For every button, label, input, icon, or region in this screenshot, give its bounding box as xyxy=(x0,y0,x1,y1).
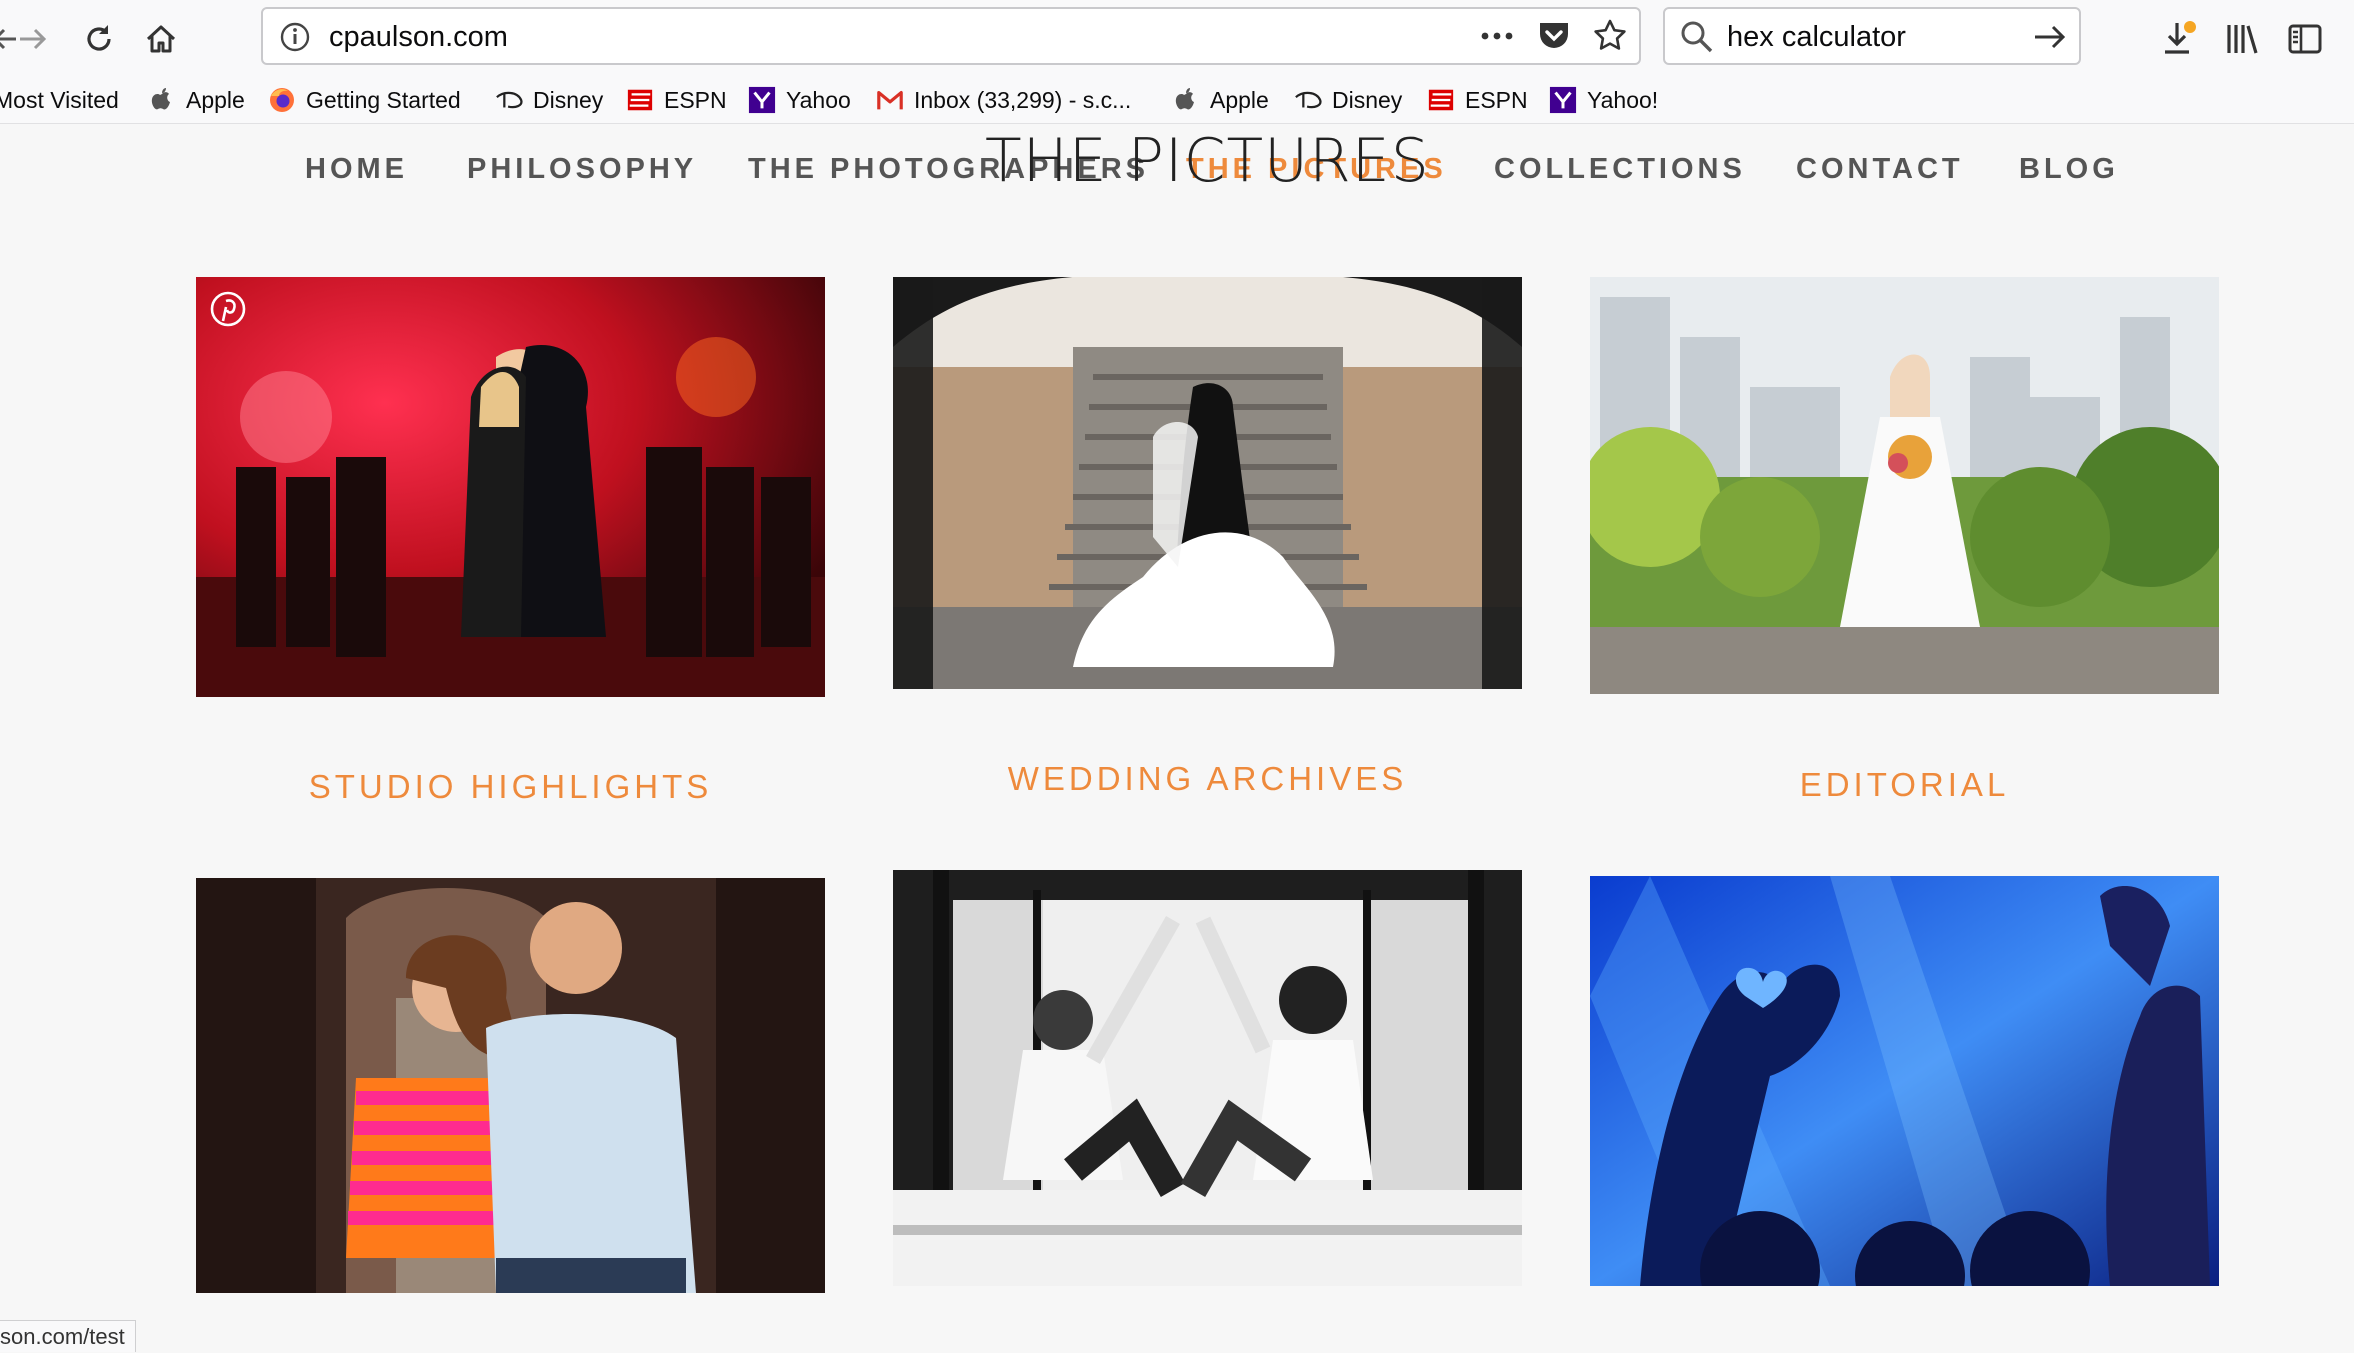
search-input[interactable]: hex calculator xyxy=(1727,21,1906,54)
downloads-button[interactable] xyxy=(2153,12,2207,66)
bookmark-disney[interactable]: Disney xyxy=(495,82,603,118)
home-icon xyxy=(146,25,176,53)
home-button[interactable] xyxy=(134,12,188,66)
yahoo-icon xyxy=(748,86,776,114)
nav-home[interactable]: HOME xyxy=(305,153,408,186)
nav-collections[interactable]: COLLECTIONS xyxy=(1494,153,1746,186)
bookmark-star-icon[interactable] xyxy=(1591,17,1629,60)
gallery-caption-wedding-archives[interactable]: WEDDING ARCHIVES xyxy=(893,760,1522,798)
bookmark-apple[interactable]: Apple xyxy=(148,82,245,118)
bookmark-label: Getting Started xyxy=(306,86,461,113)
nav-philosophy[interactable]: PHILOSOPHY xyxy=(467,153,697,186)
gallery-editorial-image[interactable] xyxy=(1590,277,2219,694)
pinterest-icon[interactable] xyxy=(208,289,248,329)
sidebar-icon xyxy=(2288,24,2322,54)
forward-arrow-icon xyxy=(20,28,47,50)
bookmark-label: Apple xyxy=(186,86,245,113)
sidebar-toggle-button[interactable] xyxy=(2278,12,2332,66)
reload-button[interactable] xyxy=(72,12,126,66)
nav-contact[interactable]: CONTACT xyxy=(1796,153,1964,186)
espn-icon xyxy=(626,86,654,114)
espn-icon xyxy=(1427,86,1455,114)
bookmark-label: Disney xyxy=(1332,86,1403,113)
disney-icon xyxy=(495,86,523,114)
gallery-couple-image[interactable] xyxy=(196,878,825,1293)
bookmark-inbox[interactable]: Inbox (33,299) - s.c... xyxy=(876,82,1131,118)
download-icon xyxy=(2165,21,2196,54)
bookmark-label: Most Visited xyxy=(0,86,119,113)
bookmark-label: Apple xyxy=(1210,86,1269,113)
bookmark-label: Yahoo xyxy=(786,86,851,113)
gmail-icon xyxy=(876,86,904,114)
page-actions-icon[interactable] xyxy=(1477,17,1517,60)
browser-toolbar: cpaulson.com hex calculator xyxy=(0,0,2354,78)
reload-icon xyxy=(87,25,111,51)
search-go-icon[interactable] xyxy=(2031,18,2069,61)
disney-icon xyxy=(1294,86,1322,114)
bookmark-espn-2[interactable]: ESPN xyxy=(1427,82,1528,118)
info-icon[interactable] xyxy=(279,21,311,58)
search-bar[interactable]: hex calculator xyxy=(1663,7,2081,65)
site-logo[interactable]: THE PICTURES xyxy=(985,126,1430,196)
forward-button[interactable] xyxy=(6,12,60,66)
gallery-caption-editorial[interactable]: EDITORIAL xyxy=(1590,766,2219,804)
gallery-wedding-archives-image[interactable] xyxy=(893,277,1522,689)
bookmark-disney-2[interactable]: Disney xyxy=(1294,82,1402,118)
search-icon xyxy=(1679,19,1715,60)
bookmarks-bar: Most Visited Apple Getting Started Disne… xyxy=(0,78,2354,124)
bookmark-yahoo-2[interactable]: Yahoo! xyxy=(1549,82,1658,118)
gallery-children-image[interactable] xyxy=(893,870,1522,1286)
bookmark-label: Inbox (33,299) - s.c... xyxy=(914,86,1132,113)
apple-icon xyxy=(1172,86,1200,114)
bookmark-most-visited[interactable]: Most Visited xyxy=(0,82,119,118)
bookmark-label: Yahoo! xyxy=(1587,86,1659,113)
pocket-icon[interactable] xyxy=(1535,17,1573,60)
bookmark-yahoo[interactable]: Yahoo xyxy=(748,82,851,118)
status-bar: son.com/test xyxy=(0,1320,136,1352)
bookmark-espn[interactable]: ESPN xyxy=(626,82,727,118)
gallery-studio-highlights-image[interactable] xyxy=(196,277,825,697)
apple-icon xyxy=(148,86,176,114)
bookmark-label: ESPN xyxy=(1465,86,1528,113)
bookmark-getting-started[interactable]: Getting Started xyxy=(268,82,461,118)
url-bar[interactable]: cpaulson.com xyxy=(261,7,1641,65)
yahoo-icon xyxy=(1549,86,1577,114)
library-button[interactable] xyxy=(2216,12,2270,66)
bookmark-label: Disney xyxy=(533,86,604,113)
bookmark-label: ESPN xyxy=(664,86,727,113)
nav-blog[interactable]: BLOG xyxy=(2019,153,2119,186)
firefox-icon xyxy=(268,86,296,114)
gallery-heart-hands-image[interactable] xyxy=(1590,876,2219,1286)
library-icon xyxy=(2227,25,2258,54)
gallery-caption-studio-highlights[interactable]: STUDIO HIGHLIGHTS xyxy=(196,768,825,806)
bookmark-apple-2[interactable]: Apple xyxy=(1172,82,1269,118)
url-text[interactable]: cpaulson.com xyxy=(329,21,508,54)
